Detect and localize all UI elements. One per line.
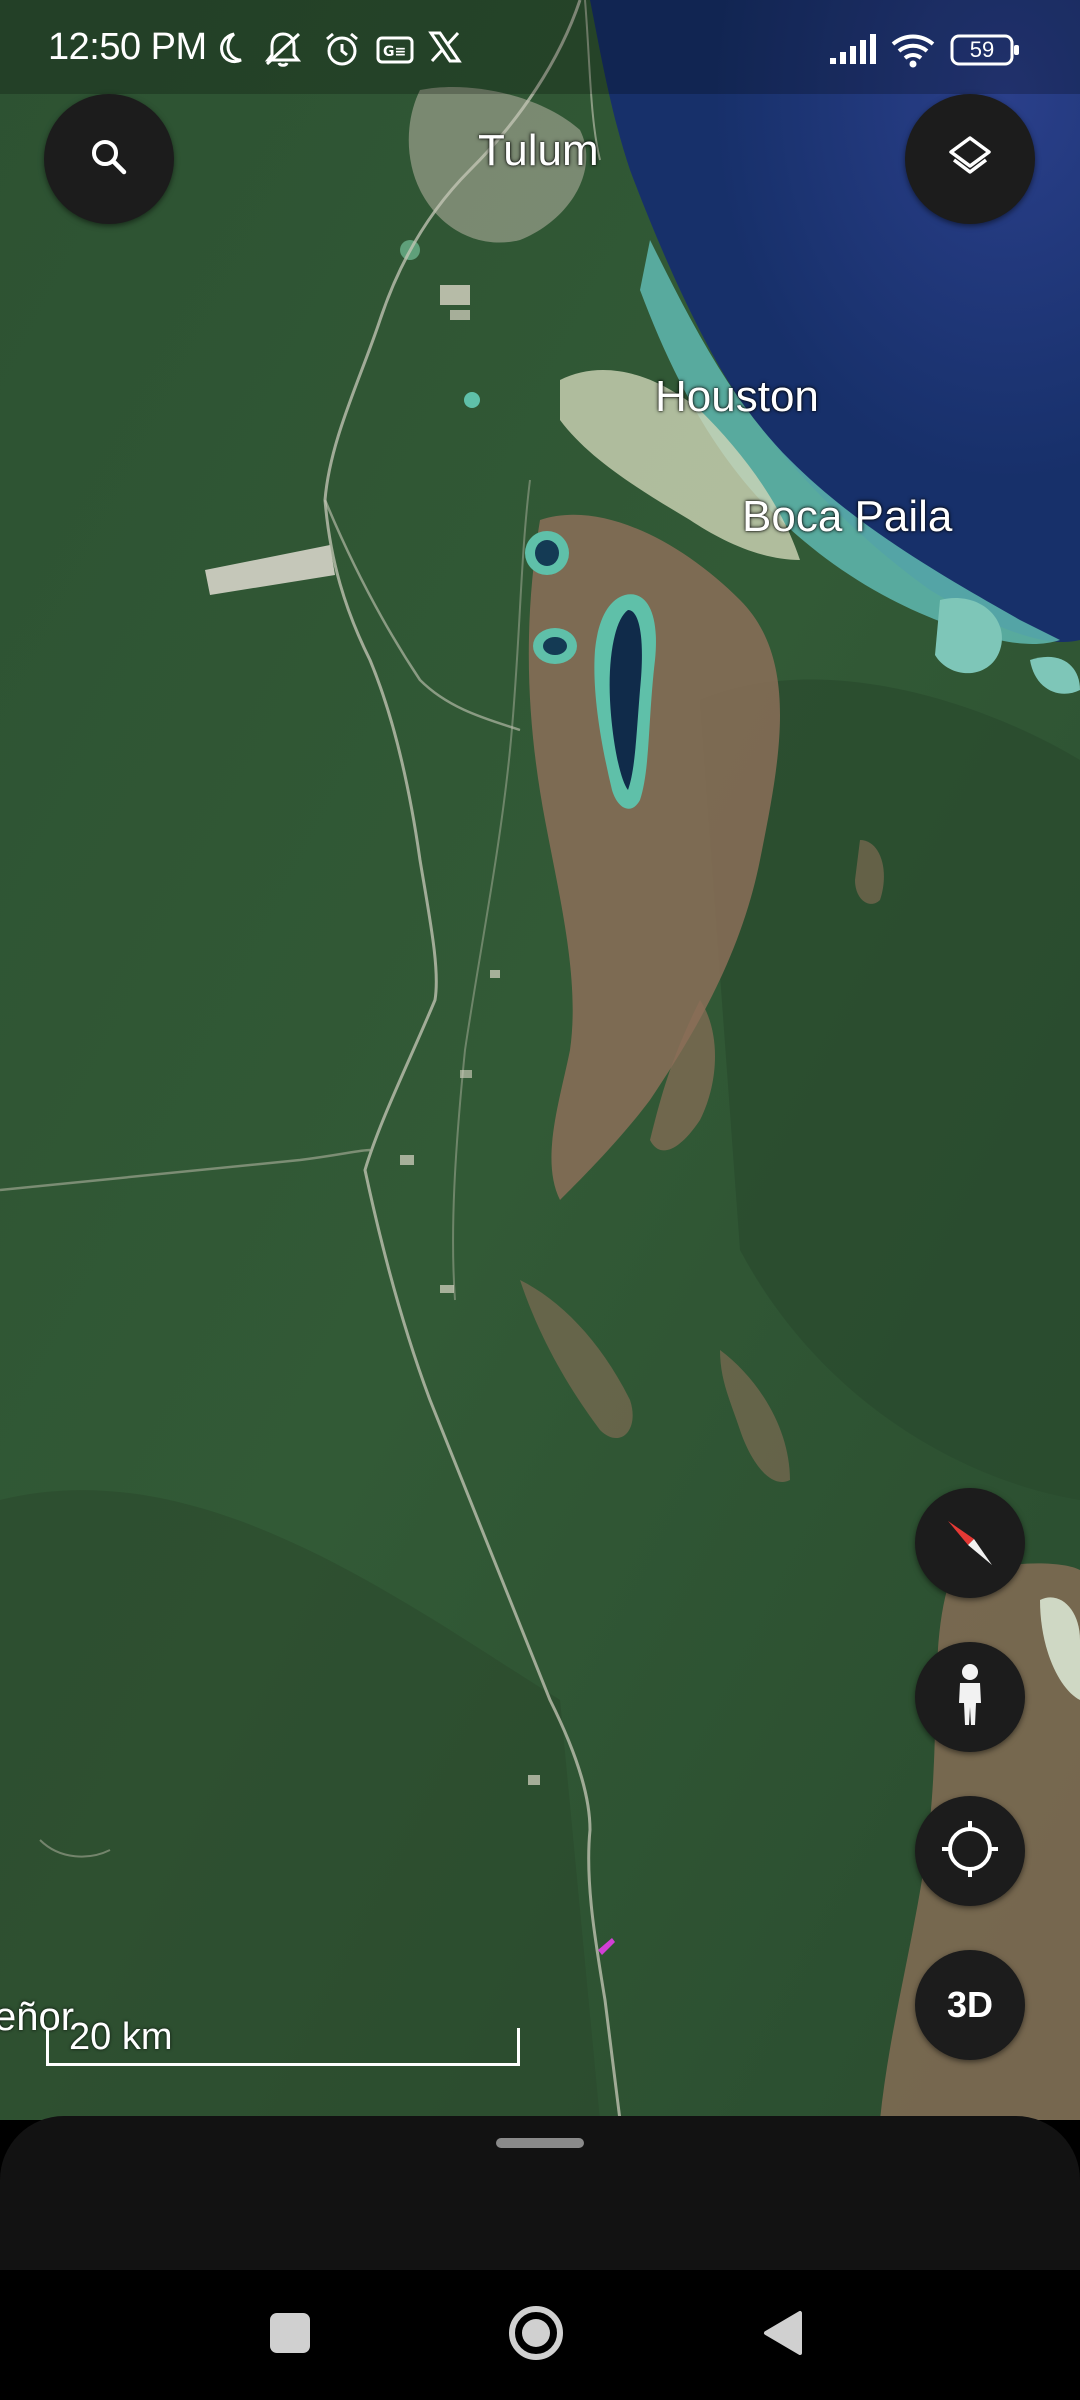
back-button[interactable] xyxy=(742,2300,822,2370)
my-location-button[interactable] xyxy=(915,1796,1025,1906)
battery-icon: 59 xyxy=(950,34,1022,71)
compass-icon xyxy=(938,1509,1002,1578)
status-bar: 12:50 PM G≡ 59 xyxy=(0,0,1080,94)
layers-icon xyxy=(945,132,995,187)
search-icon xyxy=(87,135,131,184)
x-logo-icon xyxy=(428,30,462,69)
satellite-map[interactable]: Tulum Houston Boca Paila eñor 20 km xyxy=(0,0,1080,2120)
muted-bell-icon xyxy=(263,30,303,73)
moon-icon xyxy=(212,30,248,71)
place-label-tulum[interactable]: Tulum xyxy=(478,126,599,176)
search-button[interactable] xyxy=(44,94,174,224)
wifi-icon xyxy=(890,32,936,73)
recents-button[interactable] xyxy=(250,2300,330,2370)
sheet-drag-handle[interactable] xyxy=(496,2138,584,2148)
compass-button[interactable] xyxy=(915,1488,1025,1598)
scale-label: 20 km xyxy=(69,2016,173,2058)
place-label-houston[interactable]: Houston xyxy=(655,372,819,422)
battery-level: 59 xyxy=(969,37,995,62)
3d-label: 3D xyxy=(946,1984,994,2025)
bottom-sheet[interactable] xyxy=(0,2116,1080,2270)
layers-button[interactable] xyxy=(905,94,1035,224)
signal-icon xyxy=(828,34,876,71)
place-label-boca-paila[interactable]: Boca Paila xyxy=(742,492,952,542)
svg-text:G≡: G≡ xyxy=(383,44,406,60)
alarm-icon xyxy=(323,30,361,73)
back-triangle-icon xyxy=(760,2309,804,2362)
3d-toggle-button[interactable]: 3D xyxy=(915,1950,1025,2060)
status-time: 12:50 PM xyxy=(48,26,207,68)
screen: Tulum Houston Boca Paila eñor 20 km 12:5… xyxy=(0,0,1080,2400)
home-circle-icon xyxy=(507,2304,565,2367)
system-nav-bar xyxy=(0,2270,1080,2400)
satellite-imagery xyxy=(0,0,1080,2120)
recents-square-icon xyxy=(268,2311,312,2360)
street-view-button[interactable] xyxy=(915,1642,1025,1752)
news-app-icon: G≡ xyxy=(376,36,414,69)
home-button[interactable] xyxy=(496,2300,576,2370)
pegman-icon xyxy=(950,1663,990,1732)
scale-bar: 20 km xyxy=(46,2016,520,2066)
my-location-icon xyxy=(938,1817,1002,1886)
